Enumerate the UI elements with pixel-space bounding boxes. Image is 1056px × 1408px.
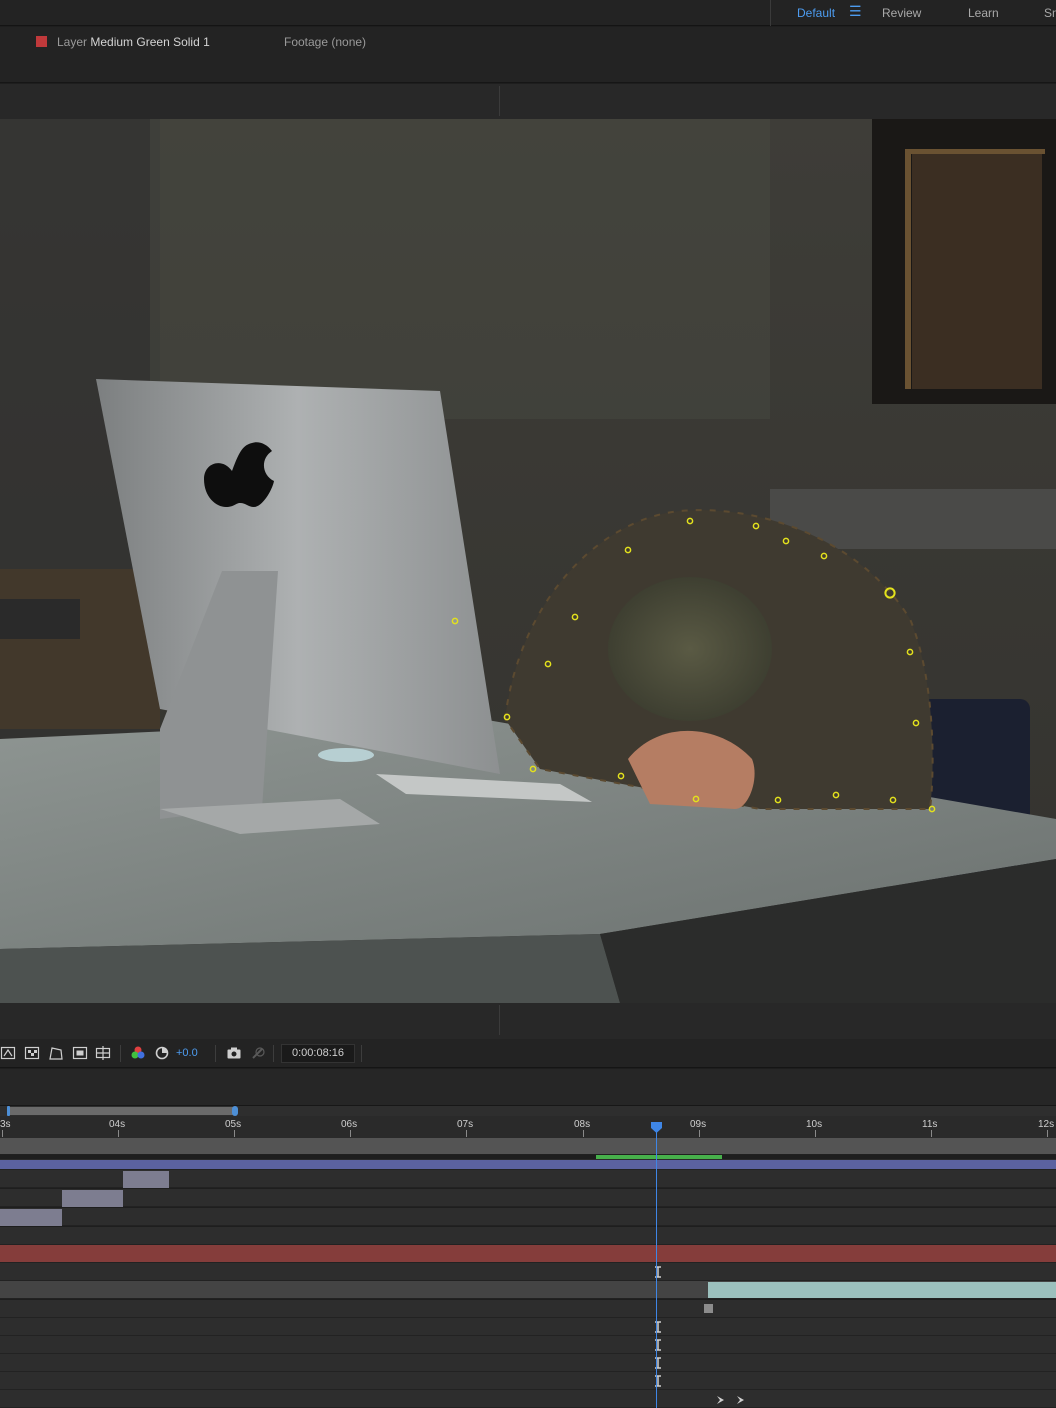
layer-panel-header: Layer Medium Green Solid 1 Footage (none… [0,27,1056,83]
track-row [0,1227,1056,1245]
toolbar-separator [215,1045,216,1062]
playhead-line[interactable] [656,1128,657,1408]
mouse [318,748,374,762]
viewer-toolbar: +0.0 0:00:08:16 [0,1039,1056,1068]
layer-tab[interactable]: Layer Medium Green Solid 1 [57,35,210,49]
show-snapshot-icon[interactable] [250,1045,266,1061]
toolbar-separator [361,1045,362,1062]
tick-label-11s: 11s [922,1119,938,1130]
layer-bar-blue[interactable] [0,1160,1056,1169]
time-navigator-range[interactable] [8,1107,236,1115]
track-row [0,1372,1056,1390]
keyframe-navigator-arrows-icon[interactable] [716,1395,746,1405]
tick-label-06s: 06s [341,1119,358,1130]
toolbar-separator [120,1045,121,1062]
tick-mark [234,1130,235,1137]
layer-segment[interactable] [62,1190,123,1207]
tick-mark [583,1130,584,1137]
reset-exposure-icon[interactable] [154,1045,170,1061]
layer-tab-name: Medium Green Solid 1 [90,35,210,49]
track-row [0,1159,1056,1170]
person-head [608,577,772,721]
window-frame-top [905,149,1045,154]
tick-label-05s: 05s [225,1119,242,1130]
track-row [0,1300,1056,1318]
timeline-tracks [0,1159,1056,1408]
track-row [0,1281,1056,1299]
tick-label-04s: 04s [109,1119,126,1130]
window-frame [905,149,911,389]
tick-mark [931,1130,932,1137]
track-row [0,1170,1056,1188]
snapshot-region-icon[interactable] [95,1045,111,1061]
viewer-center-guide-bottom [499,1005,500,1035]
layer-tab-prefix: Layer [57,35,88,49]
viewer-pasteboard-top [0,84,1056,119]
tick-mark [350,1130,351,1137]
workspace-tab-default[interactable]: Default [797,6,835,20]
transparency-grid-icon[interactable] [24,1045,40,1061]
current-time-display[interactable]: 0:00:08:16 [281,1044,355,1063]
footage-layer-clip[interactable] [708,1282,1056,1298]
tick-mark [2,1130,3,1137]
track-row [0,1318,1056,1336]
time-navigator-end-handle[interactable] [232,1106,238,1116]
camera-snapshot-icon[interactable] [226,1045,242,1061]
toolbar-separator [273,1045,274,1062]
tick-label-10s: 10s [806,1119,823,1130]
time-navigator[interactable] [0,1106,1056,1116]
track-row [0,1354,1056,1372]
color-channels-icon[interactable] [130,1045,146,1061]
time-navigator-start-handle[interactable] [7,1106,10,1116]
viewer-pasteboard-bottom [0,1003,1056,1039]
composition-frame [0,119,1056,1003]
workspace-tab-small-screen[interactable]: Sm [1044,6,1056,20]
time-ruler[interactable]: 3s 04s 05s 06s 07s 08s 09s 10s 11s 12s [0,1116,1056,1138]
track-row [0,1245,1056,1263]
timeline-header [0,1069,1056,1106]
whiteboard [150,119,770,419]
track-row [0,1390,1056,1408]
tick-label-09s: 09s [690,1119,707,1130]
tick-label-08s: 08s [574,1119,591,1130]
layer-segment[interactable] [123,1171,169,1188]
tick-label-07s: 07s [457,1119,474,1130]
tick-mark [466,1130,467,1137]
window-pane [912,149,1042,389]
mask-path-icon[interactable] [48,1045,64,1061]
workspace-tab-learn[interactable]: Learn [968,6,999,20]
hold-keyframe-icon[interactable] [704,1304,713,1313]
workspace-menu-icon[interactable]: ☰ [849,3,862,20]
track-row [0,1336,1056,1354]
layer-label-color-swatch [36,36,47,47]
layer-bar-red-solid[interactable] [0,1245,1056,1262]
workspace-tab-review[interactable]: Review [882,6,921,20]
layer-segment[interactable] [0,1209,62,1226]
tick-label-3s: 3s [0,1119,11,1130]
tick-mark [699,1130,700,1137]
workspace-bar: Default ☰ Review Learn Sm [0,0,1056,26]
exposure-value[interactable]: +0.0 [176,1047,198,1059]
work-area-bar[interactable] [0,1138,1056,1155]
left-cabinet [0,569,160,729]
track-row [0,1208,1056,1226]
composition-viewer[interactable] [0,119,1056,1003]
playhead-handle-icon[interactable] [650,1121,663,1134]
viewer-center-guide [499,86,500,116]
tick-mark [815,1130,816,1137]
tick-mark [1047,1130,1048,1137]
workspace-switcher: Default ☰ Review Learn Sm [770,0,1056,26]
tick-mark [118,1130,119,1137]
track-row [0,1189,1056,1207]
footage-tab[interactable]: Footage (none) [284,35,366,49]
left-cabinet-shadow [0,599,80,639]
tick-label-12s: 12s [1038,1119,1055,1130]
title-safe-icon[interactable] [72,1045,88,1061]
roi-icon[interactable] [0,1045,16,1061]
track-row [0,1263,1056,1281]
